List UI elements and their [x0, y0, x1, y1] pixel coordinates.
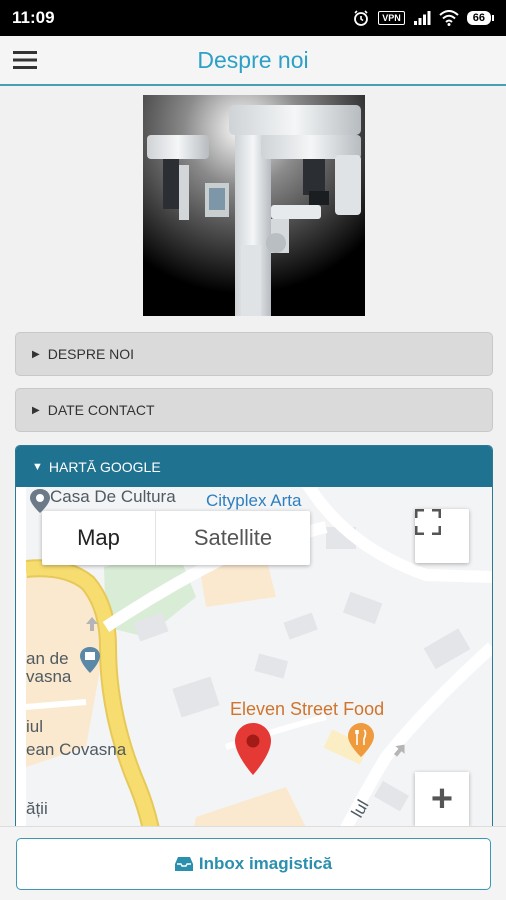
accordion-date-contact[interactable]: ▶ DATE CONTACT — [15, 388, 493, 432]
accordion-despre-noi[interactable]: ▶ DESPRE NOI — [15, 332, 493, 376]
map-label-iul: iul — [26, 717, 44, 736]
map-type-satellite-button[interactable]: Satellite — [156, 511, 310, 565]
one-way-arrow-icon — [394, 744, 405, 757]
battery-icon: 66 — [466, 11, 494, 25]
collapsed-triangle-icon: ▶ — [32, 348, 40, 360]
poi-icon — [80, 647, 100, 673]
app-bar: Despre noi — [0, 36, 506, 86]
fullscreen-button[interactable] — [415, 509, 469, 563]
vpn-badge: VPN — [378, 11, 405, 25]
status-bar: 11:09 VPN 66 — [0, 0, 506, 36]
food-pin-icon — [348, 723, 374, 757]
menu-button[interactable] — [0, 35, 50, 85]
accordion-harta-google: ▼ HARTĂ GOOGLE Casa De Cultura Cityplex … — [15, 445, 493, 865]
inbox-label: Inbox imagistică — [198, 854, 333, 873]
map-type-map-button[interactable]: Map — [42, 511, 156, 565]
accordion-label: DATE CONTACT — [47, 402, 155, 418]
inbox-imagistica-button[interactable]: Inbox imagistică — [16, 838, 491, 890]
status-time: 11:09 — [12, 8, 55, 27]
page-title: Despre noi — [197, 46, 309, 73]
map-label-cityplex: Cityplex Arta — [206, 491, 302, 510]
inbox-icon — [174, 857, 193, 871]
map-label-casa: Casa De Cultura — [50, 487, 176, 506]
status-icons: VPN 66 — [352, 9, 494, 27]
map-type-control: Map Satellite — [42, 511, 310, 565]
battery-level: 66 — [466, 11, 491, 25]
google-map[interactable]: Casa De Cultura Cityplex Arta an de vasn… — [26, 487, 492, 864]
bottom-bar: Inbox imagistică — [0, 826, 506, 900]
hamburger-icon — [13, 51, 37, 69]
signal-icon — [413, 11, 431, 25]
location-pin-icon — [235, 723, 271, 775]
alarm-icon — [354, 10, 369, 26]
wifi-icon — [439, 10, 459, 26]
map-label-vasna: vasna — [26, 667, 72, 686]
accordion-label: HARTĂ GOOGLE — [48, 458, 161, 475]
one-way-arrow-icon — [86, 617, 98, 631]
map-label-an-de: an de — [26, 649, 69, 668]
expanded-triangle-icon: ▼ — [32, 460, 43, 473]
map-label-eleven-street-food: Eleven Street Food — [230, 699, 385, 719]
accordion-label: DESPRE NOI — [47, 346, 135, 362]
poi-icon — [30, 489, 50, 513]
accordion-header-harta-google[interactable]: ▼ HARTĂ GOOGLE — [16, 446, 492, 487]
fullscreen-icon — [415, 509, 441, 535]
zoom-in-button[interactable]: + — [415, 772, 469, 826]
map-label-ean-covasna: ean Covasna — [26, 740, 127, 759]
hero-image — [143, 95, 365, 316]
collapsed-triangle-icon: ▶ — [32, 404, 40, 416]
map-label-atii: ății — [26, 799, 48, 818]
